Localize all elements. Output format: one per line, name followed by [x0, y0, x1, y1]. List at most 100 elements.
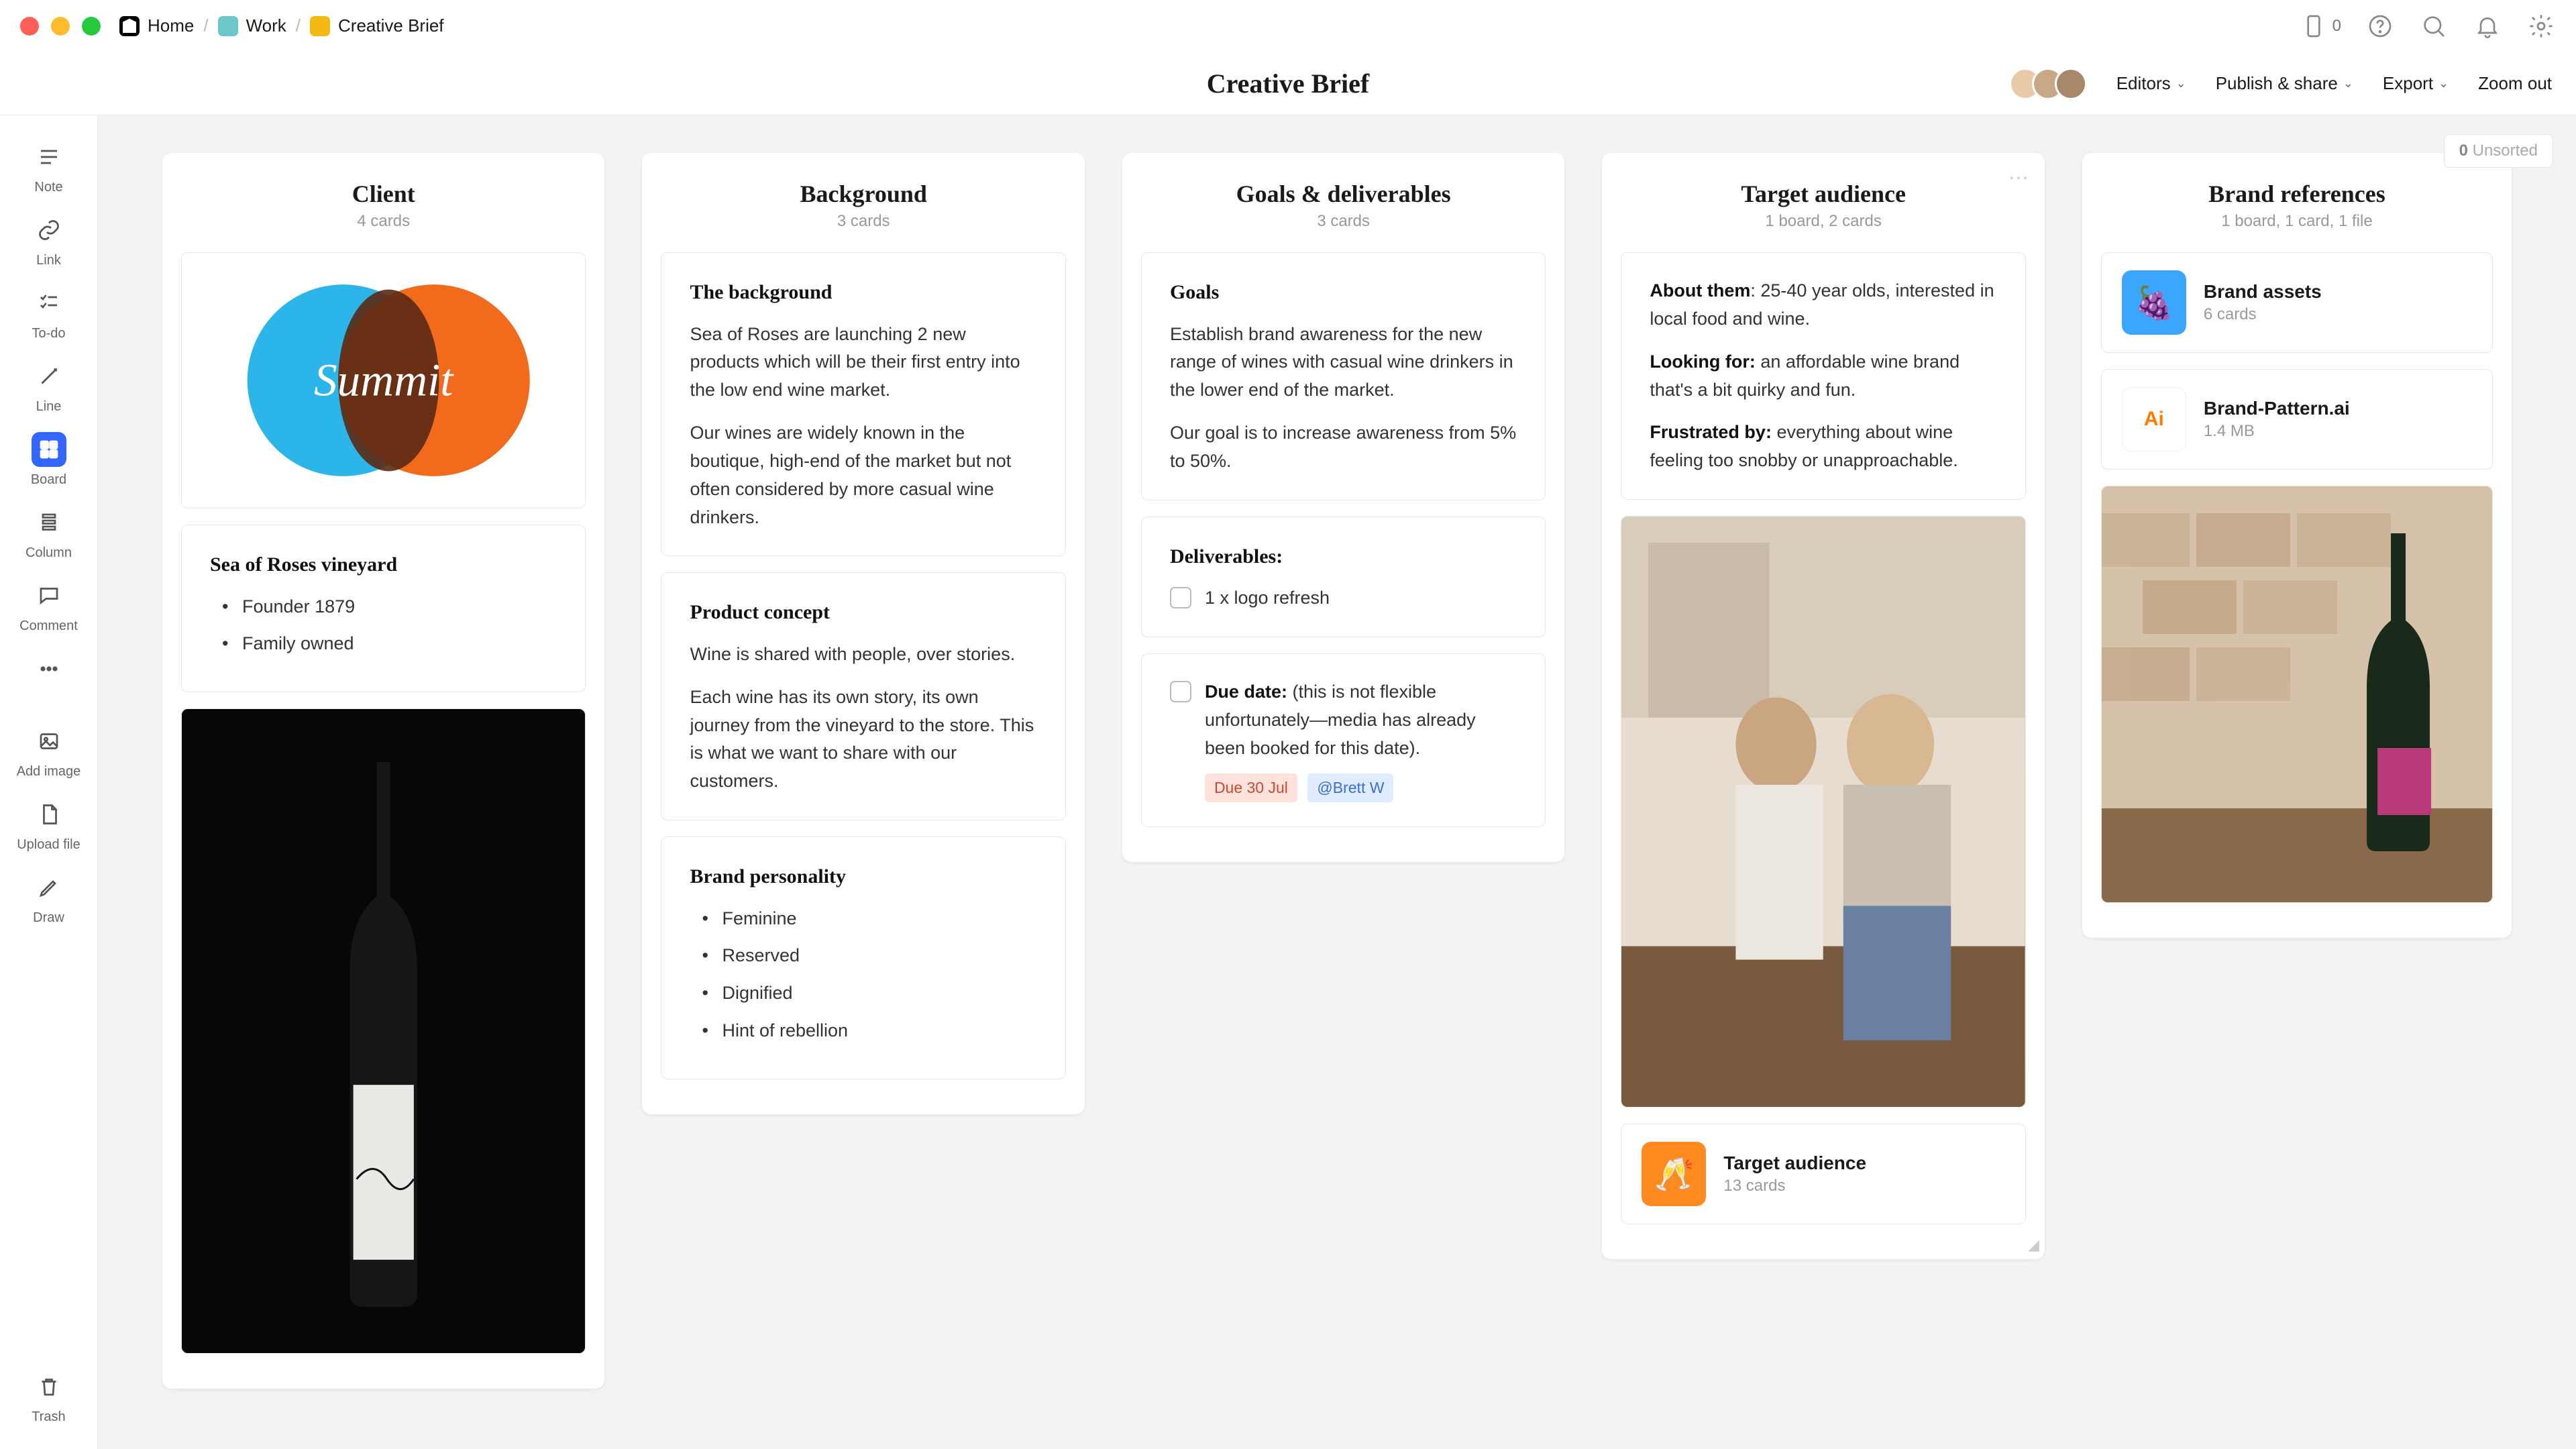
board-link-assets[interactable]: 🍇 Brand assets 6 cards — [2101, 252, 2493, 353]
checkbox[interactable] — [1170, 681, 1191, 702]
cheers-icon: 🥂 — [1642, 1142, 1706, 1206]
minimize-window-icon[interactable] — [51, 17, 70, 36]
tool-line[interactable]: Line — [0, 354, 97, 420]
publish-dropdown[interactable]: Publish & share ⌄ — [2216, 73, 2353, 94]
page-title[interactable]: Creative Brief — [1207, 68, 1369, 99]
pencil-icon — [32, 870, 66, 905]
titlebar-actions: 0 — [2299, 11, 2556, 41]
card-due-date[interactable]: Due date: (this is not flexible unfortun… — [1141, 653, 1546, 827]
unsorted-label: Unsorted — [2473, 142, 2538, 160]
search-icon[interactable] — [2419, 11, 2449, 41]
card-logo-image[interactable]: Summit — [181, 252, 586, 508]
gear-icon[interactable] — [2526, 11, 2556, 41]
card-brand-image[interactable] — [2101, 486, 2493, 903]
titlebar: Home / Work / Creative Brief 0 — [0, 0, 2576, 52]
export-label: Export — [2383, 73, 2433, 94]
card-product-concept[interactable]: Product concept Wine is shared with peop… — [661, 572, 1065, 820]
column-brand-references[interactable]: Brand references 1 board, 1 card, 1 file… — [2082, 153, 2512, 938]
checkbox[interactable] — [1170, 587, 1191, 608]
trash-icon — [32, 1369, 66, 1404]
grapes-icon: 🍇 — [2122, 270, 2186, 335]
card-heading: Brand personality — [690, 861, 1036, 893]
tool-todo[interactable]: To-do — [0, 280, 97, 347]
board-canvas[interactable]: 0 Unsorted Client 4 cards Summit — [98, 115, 2576, 1449]
resize-handle-icon[interactable]: ◢ — [2028, 1236, 2039, 1254]
column-title[interactable]: Background — [661, 180, 1065, 208]
export-dropdown[interactable]: Export ⌄ — [2383, 73, 2449, 94]
tool-column[interactable]: Column — [0, 500, 97, 566]
column-subtitle: 1 board, 2 cards — [1621, 212, 2025, 231]
column-subtitle: 1 board, 1 card, 1 file — [2101, 212, 2493, 231]
chevron-down-icon: ⌄ — [2176, 76, 2186, 91]
tool-comment-label: Comment — [19, 619, 78, 634]
mention-tag[interactable]: @Brett W — [1307, 773, 1393, 803]
editors-label: Editors — [2116, 73, 2171, 94]
card-audience-image[interactable] — [1621, 516, 2025, 1108]
breadcrumb-page[interactable]: Creative Brief — [310, 15, 444, 36]
tool-draw[interactable]: Draw — [0, 865, 97, 931]
breadcrumb-page-label: Creative Brief — [338, 15, 444, 36]
tool-board[interactable]: Board — [0, 427, 97, 493]
looking-label: Looking for: — [1650, 352, 1755, 372]
tool-note[interactable]: Note — [0, 134, 97, 201]
bell-icon[interactable] — [2473, 11, 2502, 41]
mobile-icon — [2299, 11, 2328, 41]
card-goals[interactable]: Goals Establish brand awareness for the … — [1141, 252, 1546, 500]
board-link-audience[interactable]: 🥂 Target audience 13 cards — [1621, 1124, 2025, 1224]
bottle-on-table-image — [2102, 486, 2492, 902]
card-audience-about[interactable]: About them: 25-40 year olds, interested … — [1621, 252, 2025, 500]
todo-icon — [32, 286, 66, 321]
header-actions: Editors ⌄ Publish & share ⌄ Export ⌄ Zoo… — [2009, 68, 2552, 100]
card-heading: Product concept — [690, 597, 1036, 629]
card-heading: Deliverables: — [1170, 541, 1517, 573]
column-title[interactable]: Target audience — [1621, 180, 2025, 208]
card-deliverables[interactable]: Deliverables: 1 x logo refresh — [1141, 517, 1546, 637]
tool-add-image-label: Add image — [17, 764, 81, 780]
column-title[interactable]: Goals & deliverables — [1141, 180, 1546, 208]
tool-comment[interactable]: Comment — [0, 573, 97, 639]
help-icon[interactable] — [2365, 11, 2395, 41]
card-text: Sea of Roses are launching 2 new product… — [690, 321, 1036, 405]
file-link-pattern[interactable]: Ai Brand-Pattern.ai 1.4 MB — [2101, 369, 2493, 470]
column-title[interactable]: Brand references — [2101, 180, 2493, 208]
due-tag[interactable]: Due 30 Jul — [1205, 773, 1297, 803]
list-item: Reserved — [698, 942, 1036, 970]
file-size: 1.4 MB — [2204, 422, 2350, 441]
column-audience[interactable]: ⋯ Target audience 1 board, 2 cards About… — [1602, 153, 2044, 1259]
zoom-out-button[interactable]: Zoom out — [2478, 73, 2552, 94]
column-goals[interactable]: Goals & deliverables 3 cards Goals Estab… — [1122, 153, 1564, 862]
card-brand-personality[interactable]: Brand personality Feminine Reserved Dign… — [661, 837, 1065, 1079]
card-background[interactable]: The background Sea of Roses are launchin… — [661, 252, 1065, 556]
editor-avatars[interactable] — [2009, 68, 2087, 100]
svg-text:Summit: Summit — [314, 354, 454, 406]
chevron-down-icon: ⌄ — [2438, 76, 2449, 91]
breadcrumb-work[interactable]: Work — [218, 15, 286, 36]
ai-file-icon: Ai — [2122, 387, 2186, 451]
mobile-device-button[interactable]: 0 — [2299, 11, 2341, 41]
maximize-window-icon[interactable] — [82, 17, 101, 36]
tool-add-image[interactable]: Add image — [0, 718, 97, 785]
tool-trash[interactable]: Trash — [0, 1364, 97, 1430]
column-background[interactable]: Background 3 cards The background Sea of… — [642, 153, 1084, 1114]
column-subtitle: 3 cards — [1141, 212, 1546, 231]
column-menu-icon[interactable]: ⋯ — [2008, 166, 2029, 190]
tool-upload-file[interactable]: Upload file — [0, 792, 97, 858]
column-title[interactable]: Client — [181, 180, 586, 208]
main: Note Link To-do Line Board Column — [0, 115, 2576, 1449]
unsorted-pill[interactable]: 0 Unsorted — [2444, 134, 2553, 168]
tool-more[interactable] — [0, 646, 97, 692]
tool-link[interactable]: Link — [0, 207, 97, 274]
card-bottle-image[interactable] — [181, 708, 586, 1354]
editors-dropdown[interactable]: Editors ⌄ — [2116, 73, 2186, 94]
column-subtitle: 4 cards — [181, 212, 586, 231]
card-text: Each wine has its own story, its own jou… — [690, 684, 1036, 796]
column-client[interactable]: Client 4 cards Summit Sea of Roses viney… — [162, 153, 604, 1389]
breadcrumb-home[interactable]: Home — [119, 15, 194, 36]
tool-link-label: Link — [36, 253, 61, 268]
frustrated-label: Frustrated by: — [1650, 422, 1772, 442]
card-vineyard[interactable]: Sea of Roses vineyard Founder 1879 Famil… — [181, 525, 586, 692]
close-window-icon[interactable] — [20, 17, 39, 36]
home-icon — [119, 16, 140, 36]
card-heading: Goals — [1170, 277, 1517, 309]
window-controls — [20, 17, 101, 36]
